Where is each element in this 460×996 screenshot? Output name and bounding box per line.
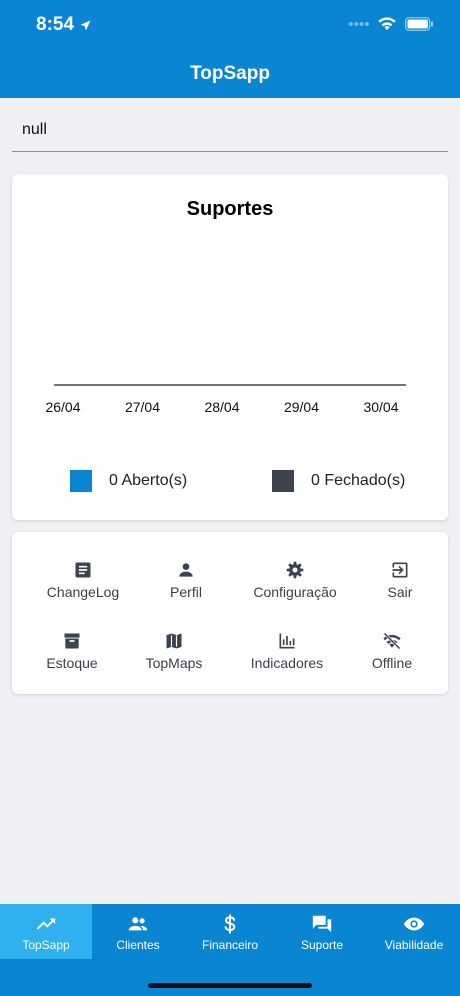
status-time: 8:54 — [36, 14, 92, 36]
archive-icon — [64, 633, 80, 649]
legend-closed: 0 Fechado(s) — [272, 470, 405, 492]
menu-offline[interactable]: Offline — [337, 631, 447, 671]
menu-topmaps-label: TopMaps — [145, 655, 203, 671]
menu-sair-label: Sair — [387, 584, 413, 600]
user-name-field[interactable]: null — [12, 110, 448, 152]
menu-indicadores-label: Indicadores — [250, 655, 324, 671]
status-indicators — [349, 16, 434, 31]
page-title: TopSapp — [190, 63, 270, 84]
bar-chart-icon — [279, 633, 295, 649]
menu-sair[interactable]: Sair — [345, 560, 455, 600]
legend-open: 0 Aberto(s) — [70, 470, 187, 492]
nav-topsapp-label: TopSapp — [22, 938, 70, 952]
menu-changelog-label: ChangeLog — [46, 584, 120, 600]
nav-clientes[interactable]: Clientes — [92, 904, 184, 959]
nav-clientes-label: Clientes — [116, 938, 160, 952]
menu-changelog[interactable]: ChangeLog — [28, 560, 138, 600]
user-name-value: null — [22, 121, 47, 138]
support-chart-card: Suportes 26/04 27/04 28/04 29/04 30/04 0 Abe… — [12, 174, 448, 520]
menu-estoque-label: Estoque — [46, 655, 98, 671]
eye-icon — [403, 917, 425, 931]
menu-perfil-label: Perfil — [170, 584, 202, 600]
nav-topsapp[interactable]: TopSapp — [0, 904, 92, 959]
legend-open-label: 0 Aberto(s) — [109, 472, 188, 489]
x-tick-label: 27/04 — [125, 399, 160, 415]
legend-closed-swatch — [272, 470, 294, 492]
dollar-icon — [224, 914, 236, 934]
menu-offline-label: Offline — [371, 655, 413, 671]
menu-configuracao-label: Configuração — [253, 584, 337, 600]
signal-dots-icon — [349, 21, 369, 26]
nav-viabilidade-label: Viabilidade — [384, 938, 444, 952]
trending-up-icon — [36, 918, 56, 930]
support-chart: 26/04 27/04 28/04 29/04 30/04 — [45, 384, 406, 415]
nav-viabilidade[interactable]: Viabilidade — [368, 904, 460, 959]
home-indicator — [148, 983, 312, 988]
menu-indicadores[interactable]: Indicadores — [232, 631, 342, 671]
nav-financeiro[interactable]: Financeiro — [184, 904, 276, 959]
app-header: 8:54 TopSapp — [0, 0, 460, 98]
menu-perfil[interactable]: Perfil — [131, 560, 241, 600]
legend-closed-label: 0 Fechado(s) — [311, 472, 406, 489]
x-tick-label: 29/04 — [284, 399, 319, 415]
x-tick-label: 30/04 — [363, 399, 398, 415]
legend-open-swatch — [70, 470, 92, 492]
gear-icon — [286, 561, 304, 579]
nav-suporte-label: Suporte — [300, 938, 344, 952]
person-icon — [179, 563, 193, 577]
status-time-text: 8:54 — [36, 14, 75, 35]
menu-topmaps[interactable]: TopMaps — [119, 631, 229, 671]
chat-icon — [312, 915, 332, 933]
nav-financeiro-label: Financeiro — [201, 938, 259, 952]
menu-configuracao[interactable]: Configuração — [240, 560, 350, 600]
x-tick-label: 28/04 — [204, 399, 239, 415]
nav-suporte[interactable]: Suporte — [276, 904, 368, 959]
map-icon — [166, 633, 182, 649]
location-arrow-icon — [80, 20, 91, 30]
people-icon — [128, 917, 148, 931]
document-icon — [75, 562, 91, 578]
x-tick-label: 26/04 — [45, 399, 80, 415]
wifi-off-icon — [383, 632, 401, 650]
shortcuts-card: ChangeLog Perfil Configuração Sair Estoq… — [12, 532, 448, 694]
wifi-icon — [378, 17, 396, 31]
menu-estoque[interactable]: Estoque — [17, 631, 127, 671]
exit-icon — [392, 562, 408, 578]
battery-icon — [405, 16, 433, 31]
